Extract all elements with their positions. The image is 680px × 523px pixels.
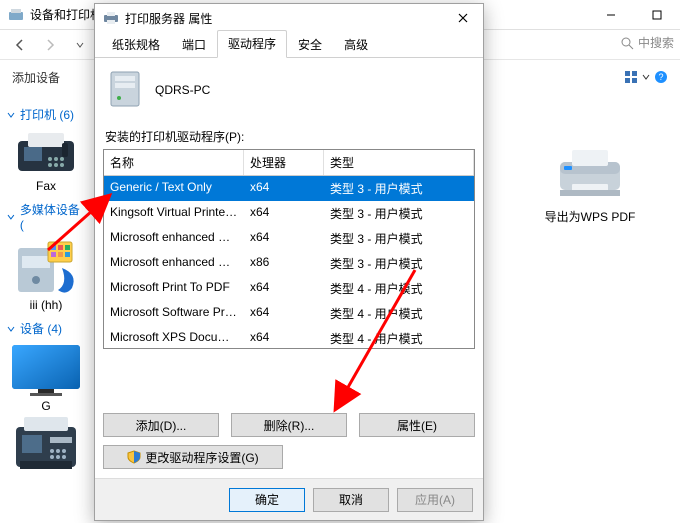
main-title-text: 设备和打印机 (30, 6, 102, 23)
monitor-label[interactable]: G (6, 399, 86, 413)
driver-name: Generic / Text Only (104, 178, 244, 199)
wps-printer-label: 导出为WPS PDF (530, 208, 650, 225)
driver-name: Microsoft enhanced Poi... (104, 253, 244, 274)
history-dropdown[interactable] (68, 33, 92, 57)
col-type[interactable]: 类型 (324, 150, 474, 175)
media-group-header[interactable]: 多媒体设备 ( (6, 201, 86, 232)
tab-advanced[interactable]: 高级 (333, 31, 379, 58)
svg-text:?: ? (658, 72, 663, 82)
server-icon (107, 70, 143, 110)
forward-button[interactable] (38, 33, 62, 57)
chevron-down-icon (6, 324, 16, 334)
help-icon[interactable]: ? (654, 70, 668, 84)
search-hint-text: 中搜索 (638, 34, 674, 51)
chevron-down-icon (642, 73, 650, 81)
fax-device-icon[interactable] (14, 129, 78, 177)
col-processor[interactable]: 处理器 (244, 150, 324, 175)
driver-processor: x64 (244, 303, 324, 324)
shield-icon (127, 450, 141, 464)
ok-button[interactable]: 确定 (229, 488, 305, 512)
chevron-down-icon (6, 212, 16, 222)
tab-ports[interactable]: 端口 (171, 31, 217, 58)
driver-name: Microsoft Software Prin... (104, 303, 244, 324)
view-options[interactable]: ? (624, 70, 668, 84)
category-sidebar: 打印机 (6) Fax 多媒体设备 ( iii (hh) 设备 ( (0, 94, 92, 523)
printer-icon (103, 10, 119, 26)
cancel-button[interactable]: 取消 (313, 488, 389, 512)
driver-processor: x86 (244, 253, 324, 274)
wps-printer-item[interactable]: 导出为WPS PDF (530, 144, 650, 225)
mfp-device-icon[interactable] (10, 413, 82, 473)
view-icon (624, 70, 638, 84)
table-row[interactable]: Kingsoft Virtual Printer ...x64类型 3 - 用户… (104, 201, 474, 226)
dialog-titlebar: 打印服务器 属性 (95, 4, 483, 32)
table-row[interactable]: Generic / Text Onlyx64类型 3 - 用户模式 (104, 176, 474, 201)
maximize-button[interactable] (634, 0, 680, 30)
minimize-button[interactable] (588, 0, 634, 30)
devices-group-label: 设备 (4) (20, 320, 62, 337)
driver-name: Microsoft XPS Docume... (104, 328, 244, 349)
drivers-table[interactable]: 名称 处理器 类型 Generic / Text Onlyx64类型 3 - 用… (103, 149, 475, 349)
printer-icon (554, 144, 626, 202)
tab-drivers[interactable]: 驱动程序 (217, 30, 287, 58)
add-device-link[interactable]: 添加设备 (12, 69, 60, 86)
driver-processor: x64 (244, 178, 324, 199)
server-name-text: QDRS-PC (155, 83, 210, 97)
back-button[interactable] (8, 33, 32, 57)
printers-group-label: 打印机 (6) (20, 106, 74, 123)
driver-buttons-row: 添加(D)... 删除(R)... 属性(E) (103, 413, 475, 437)
devices-icon (8, 7, 24, 23)
table-header: 名称 处理器 类型 (104, 150, 474, 176)
add-driver-button[interactable]: 添加(D)... (103, 413, 219, 437)
table-row[interactable]: Microsoft enhanced Poi...x86类型 3 - 用户模式 (104, 251, 474, 276)
table-row[interactable]: Microsoft XPS Docume...x64类型 4 - 用户模式 (104, 326, 474, 349)
driver-processor: x64 (244, 278, 324, 299)
dialog-title-text: 打印服务器 属性 (125, 10, 212, 27)
driver-processor: x64 (244, 228, 324, 249)
table-row[interactable]: Microsoft Print To PDFx64类型 4 - 用户模式 (104, 276, 474, 301)
printers-group-header[interactable]: 打印机 (6) (6, 106, 86, 123)
driver-name: Microsoft enhanced Poi... (104, 228, 244, 249)
media-label[interactable]: iii (hh) (6, 298, 86, 312)
apply-button[interactable]: 应用(A) (397, 488, 473, 512)
driver-properties-button[interactable]: 属性(E) (359, 413, 475, 437)
close-button[interactable] (443, 4, 483, 32)
tab-forms[interactable]: 纸张规格 (101, 31, 171, 58)
installed-drivers-label: 安装的打印机驱动程序(P): (105, 128, 475, 145)
driver-type: 类型 4 - 用户模式 (324, 328, 474, 349)
table-row[interactable]: Microsoft enhanced Poi...x64类型 3 - 用户模式 (104, 226, 474, 251)
driver-name: Microsoft Print To PDF (104, 278, 244, 299)
table-row[interactable]: Microsoft Software Prin...x64类型 4 - 用户模式 (104, 301, 474, 326)
monitor-device-icon[interactable] (10, 343, 82, 397)
devices-group-header[interactable]: 设备 (4) (6, 320, 86, 337)
driver-name: Kingsoft Virtual Printer ... (104, 203, 244, 224)
driver-processor: x64 (244, 203, 324, 224)
chevron-down-icon (6, 110, 16, 120)
dialog-body: QDRS-PC 安装的打印机驱动程序(P): 名称 处理器 类型 Generic… (103, 64, 475, 474)
fax-label[interactable]: Fax (6, 179, 86, 193)
driver-processor: x64 (244, 328, 324, 349)
media-device-icon[interactable] (14, 238, 78, 296)
tabs-row: 纸张规格 端口 驱动程序 安全 高级 (95, 32, 483, 58)
server-row: QDRS-PC (103, 64, 475, 124)
driver-type: 类型 4 - 用户模式 (324, 278, 474, 299)
dialog-footer: 确定 取消 应用(A) (95, 478, 483, 520)
driver-type: 类型 4 - 用户模式 (324, 303, 474, 324)
driver-type: 类型 3 - 用户模式 (324, 178, 474, 199)
search-hint-area[interactable]: 中搜索 (620, 34, 674, 51)
driver-type: 类型 3 - 用户模式 (324, 203, 474, 224)
driver-type: 类型 3 - 用户模式 (324, 253, 474, 274)
print-server-properties-dialog: 打印服务器 属性 纸张规格 端口 驱动程序 安全 高级 QDRS-PC 安装的打… (94, 3, 484, 521)
remove-driver-button[interactable]: 删除(R)... (231, 413, 347, 437)
change-driver-settings-label: 更改驱动程序设置(G) (145, 449, 258, 466)
change-driver-settings-button[interactable]: 更改驱动程序设置(G) (103, 445, 283, 469)
col-name[interactable]: 名称 (104, 150, 244, 175)
search-icon (620, 36, 634, 50)
media-group-label: 多媒体设备 ( (20, 201, 86, 232)
tab-security[interactable]: 安全 (287, 31, 333, 58)
driver-type: 类型 3 - 用户模式 (324, 228, 474, 249)
